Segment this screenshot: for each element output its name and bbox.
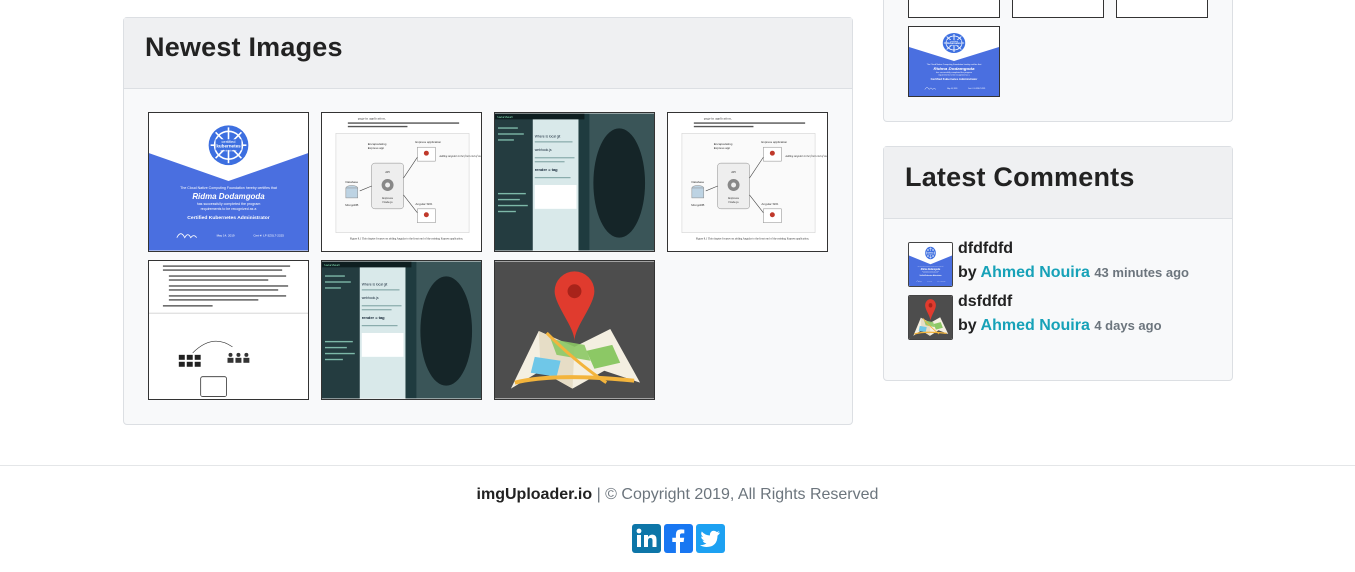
recent-image-thumbnail-4[interactable] [908, 26, 1000, 97]
twitter-icon[interactable] [696, 524, 725, 553]
facebook-icon[interactable] [664, 524, 693, 553]
recent-images-card [883, 0, 1233, 122]
newest-images-title: Newest Images [124, 18, 852, 89]
image-thumbnail-2[interactable] [321, 112, 482, 252]
comment-text: dsfdfdf [958, 293, 1013, 310]
footer-copyright: | © Copyright 2019, All Rights Reserved [592, 486, 879, 503]
certificate-thumbnail-icon [909, 243, 952, 286]
latest-comments-card: Latest Comments dfdfdfd by Ahmed Nouira … [883, 146, 1233, 381]
image-thumbnail-7[interactable] [494, 260, 655, 400]
linkedin-icon[interactable] [632, 524, 661, 553]
comment-author-link[interactable]: Ahmed Nouira [981, 317, 1090, 334]
image-thumbnail-6[interactable] [321, 260, 482, 400]
comment-meta: by Ahmed Nouira 4 days ago [958, 317, 1162, 335]
by-label: by [958, 317, 977, 334]
footer-brand-link[interactable]: imgUploader.io [477, 486, 593, 503]
comment-time: 43 minutes ago [1094, 265, 1189, 280]
comment-author-link[interactable]: Ahmed Nouira [981, 264, 1090, 281]
recent-image-thumbnail-1[interactable] [908, 0, 1000, 18]
comment-text: dfdfdfd [958, 240, 1014, 257]
map-pin-thumbnail-icon [909, 296, 952, 339]
code-screen-thumbnail-icon [1013, 0, 1103, 17]
comment-image-thumbnail[interactable] [908, 242, 953, 287]
certificate-thumbnail-icon [909, 27, 999, 96]
diagram-thumbnail-icon [1117, 0, 1207, 17]
comment-time: 4 days ago [1094, 318, 1162, 333]
footer-copyright-line: imgUploader.io | © Copyright 2019, All R… [0, 486, 1355, 504]
certificate-thumbnail-icon [149, 113, 308, 251]
recent-image-thumbnail-3[interactable] [1116, 0, 1208, 18]
comment-image-thumbnail[interactable] [908, 295, 953, 340]
image-thumbnail-5[interactable] [148, 260, 309, 400]
image-thumbnail-1[interactable] [148, 112, 309, 252]
document-thumbnail-icon [149, 261, 308, 399]
diagram-thumbnail-icon [909, 0, 999, 17]
footer: imgUploader.io | © Copyright 2019, All R… [0, 465, 1355, 572]
image-thumbnail-4[interactable] [667, 112, 828, 252]
recent-image-thumbnail-2[interactable] [1012, 0, 1104, 18]
diagram-thumbnail-icon [668, 113, 827, 251]
code-screen-thumbnail-icon [495, 113, 654, 251]
image-thumbnail-3[interactable] [494, 112, 655, 252]
by-label: by [958, 264, 977, 281]
latest-comments-title: Latest Comments [884, 147, 1232, 219]
newest-images-card: Newest Images [123, 17, 853, 425]
comment-item: dsfdfdf by Ahmed Nouira 4 days ago [908, 293, 1218, 341]
diagram-thumbnail-icon [322, 113, 481, 251]
code-screen-thumbnail-icon [322, 261, 481, 399]
comment-item: dfdfdfd by Ahmed Nouira 43 minutes ago [908, 240, 1218, 288]
comment-meta: by Ahmed Nouira 43 minutes ago [958, 264, 1189, 282]
map-pin-thumbnail-icon [495, 261, 654, 399]
